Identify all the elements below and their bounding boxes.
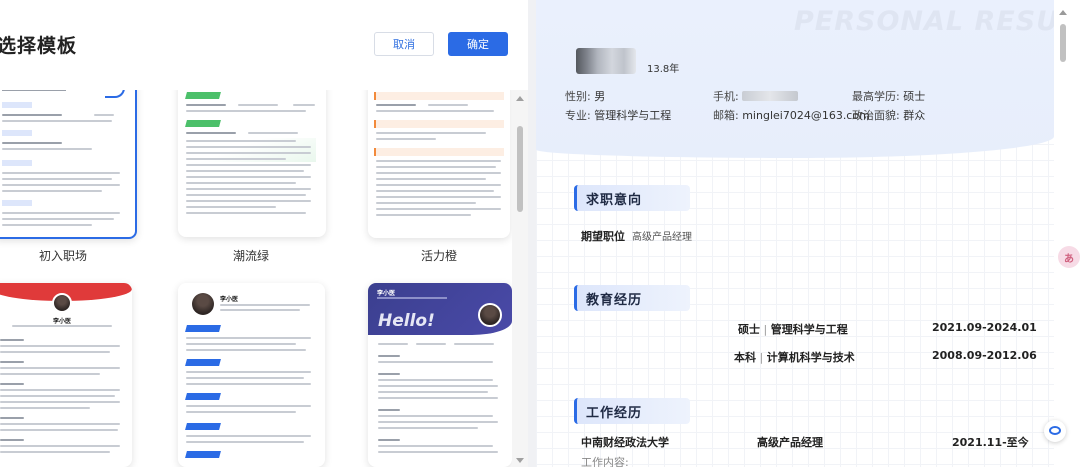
template-hello-text: Hello!: [378, 311, 435, 331]
major-field: 专业: 管理科学与工程: [565, 109, 672, 122]
template-card-huolicheng[interactable]: [368, 90, 510, 238]
template-person-name: 李小医: [52, 318, 71, 325]
work-position: 高级产品经理: [757, 436, 823, 449]
scroll-up-arrow-icon[interactable]: [1059, 10, 1067, 15]
name-redacted: [576, 48, 636, 74]
scroll-down-arrow-icon[interactable]: [516, 458, 524, 463]
preview-scrollbar[interactable]: [1054, 0, 1080, 467]
template-name-3: 活力橙: [420, 249, 457, 263]
scrollbar-thumb[interactable]: [1060, 24, 1066, 62]
template-picker-panel: 选择模板 取消 确定 初入职场 潮流绿 活力橙 李小医 李小医 李小医 Hell…: [0, 0, 528, 467]
avatar: [478, 303, 502, 327]
template-name-1: 初入职场: [38, 249, 87, 263]
template-card-navy[interactable]: 李小医 Hello!: [368, 283, 512, 467]
template-card-chuduzhichang[interactable]: [0, 90, 137, 239]
template-card-chaoliulv[interactable]: [178, 90, 326, 237]
template-name-2: 潮流绿: [232, 249, 269, 263]
edu-row-2: 本科 | 计算机科学与技术: [734, 351, 855, 364]
edu-row-1-period: 2021.09-2024.01: [932, 321, 1037, 334]
picker-title: 选择模板: [0, 35, 78, 57]
template-card-red[interactable]: 李小医: [0, 283, 132, 467]
avatar: [52, 293, 72, 313]
work-period: 2021.11-至今: [952, 436, 1029, 449]
edu-row-2-period: 2008.09-2012.06: [932, 349, 1037, 362]
section-education: 教育经历: [574, 285, 690, 311]
phone-field: 手机:: [713, 88, 799, 104]
intent-label: 期望职位: [581, 230, 625, 243]
scrollbar-thumb[interactable]: [517, 126, 523, 212]
app-root: 选择模板 取消 确定 初入职场 潮流绿 活力橙 李小医 李小医 李小医 Hell…: [0, 0, 1080, 467]
template-list-scrollbar[interactable]: [512, 90, 528, 467]
section-work: 工作经历: [574, 398, 690, 424]
scroll-up-arrow-icon[interactable]: [516, 96, 524, 101]
template-person-name: 李小医: [377, 290, 396, 297]
avatar: [192, 293, 214, 315]
template-card-blue[interactable]: 李小医: [178, 283, 325, 467]
intent-value: 高级产品经理: [632, 232, 692, 243]
phone-redacted: [742, 91, 799, 101]
resume-watermark: PERSONAL RESUME: [794, 6, 1054, 37]
section-job-intent: 求职意向: [574, 185, 690, 211]
template-person-name: 李小医: [220, 296, 239, 303]
email-field: 邮箱: minglei7024@163.com: [713, 109, 870, 122]
cancel-button[interactable]: 取消: [374, 32, 434, 56]
confirm-button[interactable]: 确定: [448, 32, 508, 56]
template-grid: 初入职场 潮流绿 活力橙 李小医 李小医 李小医 Hello!: [0, 90, 512, 467]
translate-icon[interactable]: あ: [1058, 246, 1080, 268]
assistant-icon[interactable]: [1044, 420, 1066, 442]
work-years: 13.8年: [647, 64, 680, 75]
work-content-label: 工作内容:: [581, 456, 629, 467]
gender-field: 性别: 男: [565, 90, 606, 103]
education-level-field: 最高学历: 硕士: [852, 90, 926, 103]
resume-preview: PERSONAL RESUME 13.8年 性别: 男 手机: 最高学历: 硕士…: [536, 0, 1054, 467]
work-company: 中南财经政法大学: [581, 436, 669, 449]
edu-row-1: 硕士 | 管理科学与工程: [738, 323, 848, 336]
political-field: 政治面貌: 群众: [852, 109, 926, 122]
